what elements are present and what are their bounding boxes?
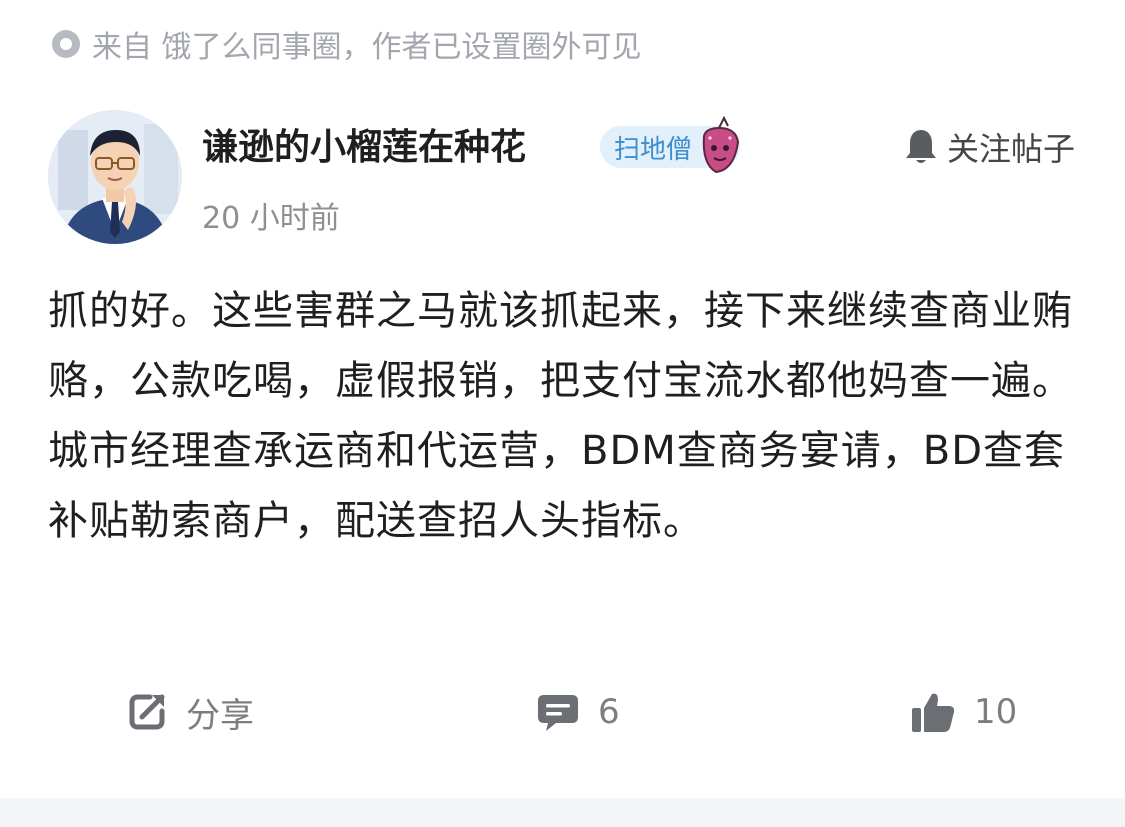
follow-post-button[interactable]: 关注帖子 [903, 124, 1075, 170]
post-content: 抓的好。这些害群之马就该抓起来，接下来继续查商业贿赂，公款吃喝，虚假报销，把支付… [48, 288, 1073, 544]
post-actions-bar: 分享 6 10 [0, 686, 1125, 738]
user-badge: 扫地僧 [600, 116, 740, 174]
circle-dot-icon [52, 30, 80, 58]
post-timestamp: 20 小时前 [202, 201, 340, 236]
like-count: 10 [974, 692, 1018, 732]
badge-label: 扫地僧 [614, 134, 693, 165]
source-text: 来自 饿了么同事圈，作者已设置圈外可见 [92, 30, 642, 65]
comment-count: 6 [598, 692, 620, 732]
share-label: 分享 [186, 695, 254, 736]
follow-label: 关注帖子 [946, 130, 1075, 168]
footer-divider-band [0, 798, 1125, 827]
bell-icon [905, 130, 936, 163]
avatar[interactable] [48, 110, 182, 244]
comment-icon [538, 695, 578, 731]
share-icon [129, 694, 165, 730]
comment-button[interactable]: 6 [536, 686, 620, 738]
like-button[interactable]: 10 [910, 686, 1017, 738]
thumbs-up-icon [912, 693, 955, 732]
share-button[interactable]: 分享 [126, 686, 254, 738]
author-name[interactable]: 谦逊的小榴莲在种花 [202, 124, 526, 172]
post-source-line: 来自 饿了么同事圈，作者已设置圈外可见 [50, 24, 642, 65]
durian-mascot-icon [702, 116, 740, 174]
avatar-illustration [48, 110, 182, 244]
